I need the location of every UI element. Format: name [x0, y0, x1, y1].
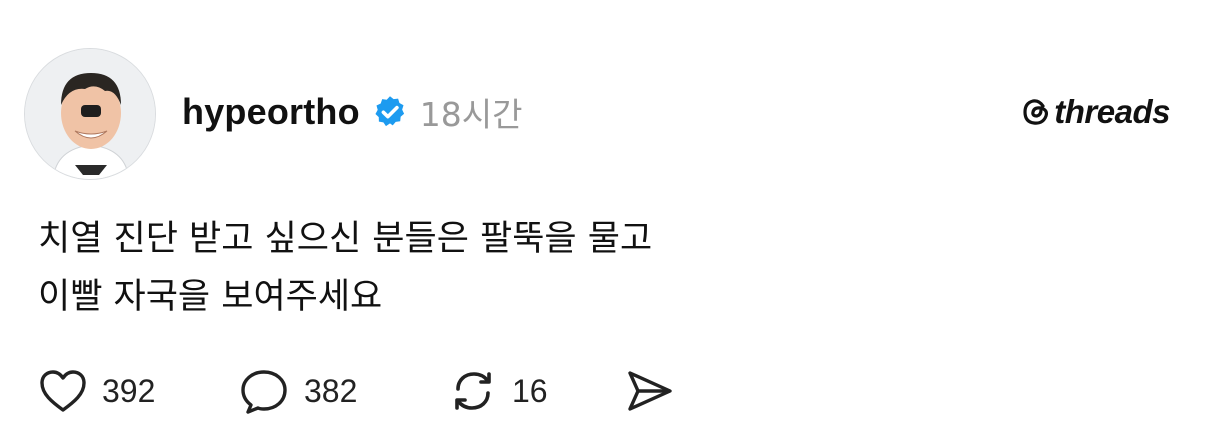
like-count: 392: [102, 372, 156, 409]
post-actions: 392 382 16: [38, 364, 676, 418]
avatar-image: [25, 49, 155, 179]
like-button[interactable]: 392: [38, 368, 238, 414]
username[interactable]: hypeortho: [182, 91, 360, 133]
verified-badge-icon: [372, 94, 408, 130]
repost-count: 16: [512, 372, 548, 409]
send-icon: [624, 367, 676, 415]
post-timestamp: 18시간: [419, 95, 523, 134]
heart-icon: [38, 368, 88, 414]
post-header: hypeortho 18시간: [182, 86, 523, 138]
avatar[interactable]: [24, 48, 156, 180]
threads-wordmark: threads: [1054, 93, 1170, 130]
post-content: 치열 진단 받고 싶으신 분들은 팔뚝을 물고 이빨 자국을 보여주세요: [38, 210, 1158, 326]
threads-logo-icon: [1021, 96, 1051, 128]
share-button[interactable]: [624, 367, 676, 415]
comment-button[interactable]: 382: [238, 367, 448, 415]
content-line: 치열 진단 받고 싶으신 분들은 팔뚝을 물고: [38, 219, 653, 259]
repost-button[interactable]: 16: [448, 367, 624, 415]
comment-icon: [238, 367, 290, 415]
threads-post: hypeortho 18시간 threads 치열 진단 받고 싶으신 분들은 …: [0, 0, 1206, 444]
threads-brand: threads: [1021, 92, 1170, 132]
content-line: 이빨 자국을 보여주세요: [38, 277, 383, 317]
repost-icon: [448, 367, 498, 415]
comment-count: 382: [304, 372, 358, 409]
